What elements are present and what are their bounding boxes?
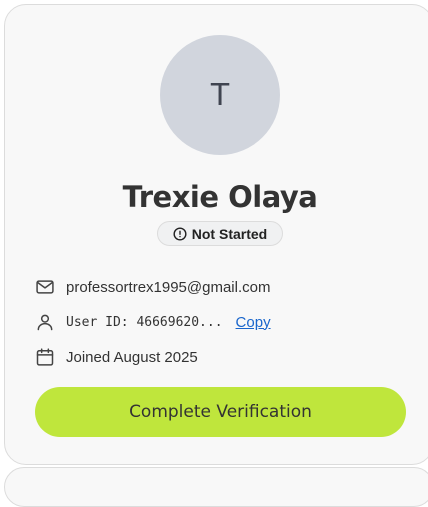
avatar-initial: T (210, 77, 230, 113)
complete-verification-button[interactable]: Complete Verification (35, 387, 406, 437)
copy-link[interactable]: Copy (236, 314, 271, 331)
email-text: professortrex1995@gmail.com (66, 278, 271, 296)
email-row: professortrex1995@gmail.com (35, 277, 270, 297)
user-id-row: User ID: 46669620... Copy (35, 312, 271, 332)
avatar: T (160, 35, 280, 155)
next-card (4, 467, 428, 507)
mail-icon (35, 277, 55, 297)
alert-circle-icon (173, 226, 187, 241)
joined-row: Joined August 2025 (35, 347, 198, 367)
user-id-text: User ID: 46669620... (66, 314, 223, 330)
joined-text: Joined August 2025 (66, 348, 198, 366)
status-badge: Not Started (157, 221, 283, 246)
status-label: Not Started (191, 225, 268, 242)
user-icon (35, 312, 55, 332)
calendar-icon (35, 347, 55, 367)
profile-name: Trexie Olaya (122, 180, 318, 214)
